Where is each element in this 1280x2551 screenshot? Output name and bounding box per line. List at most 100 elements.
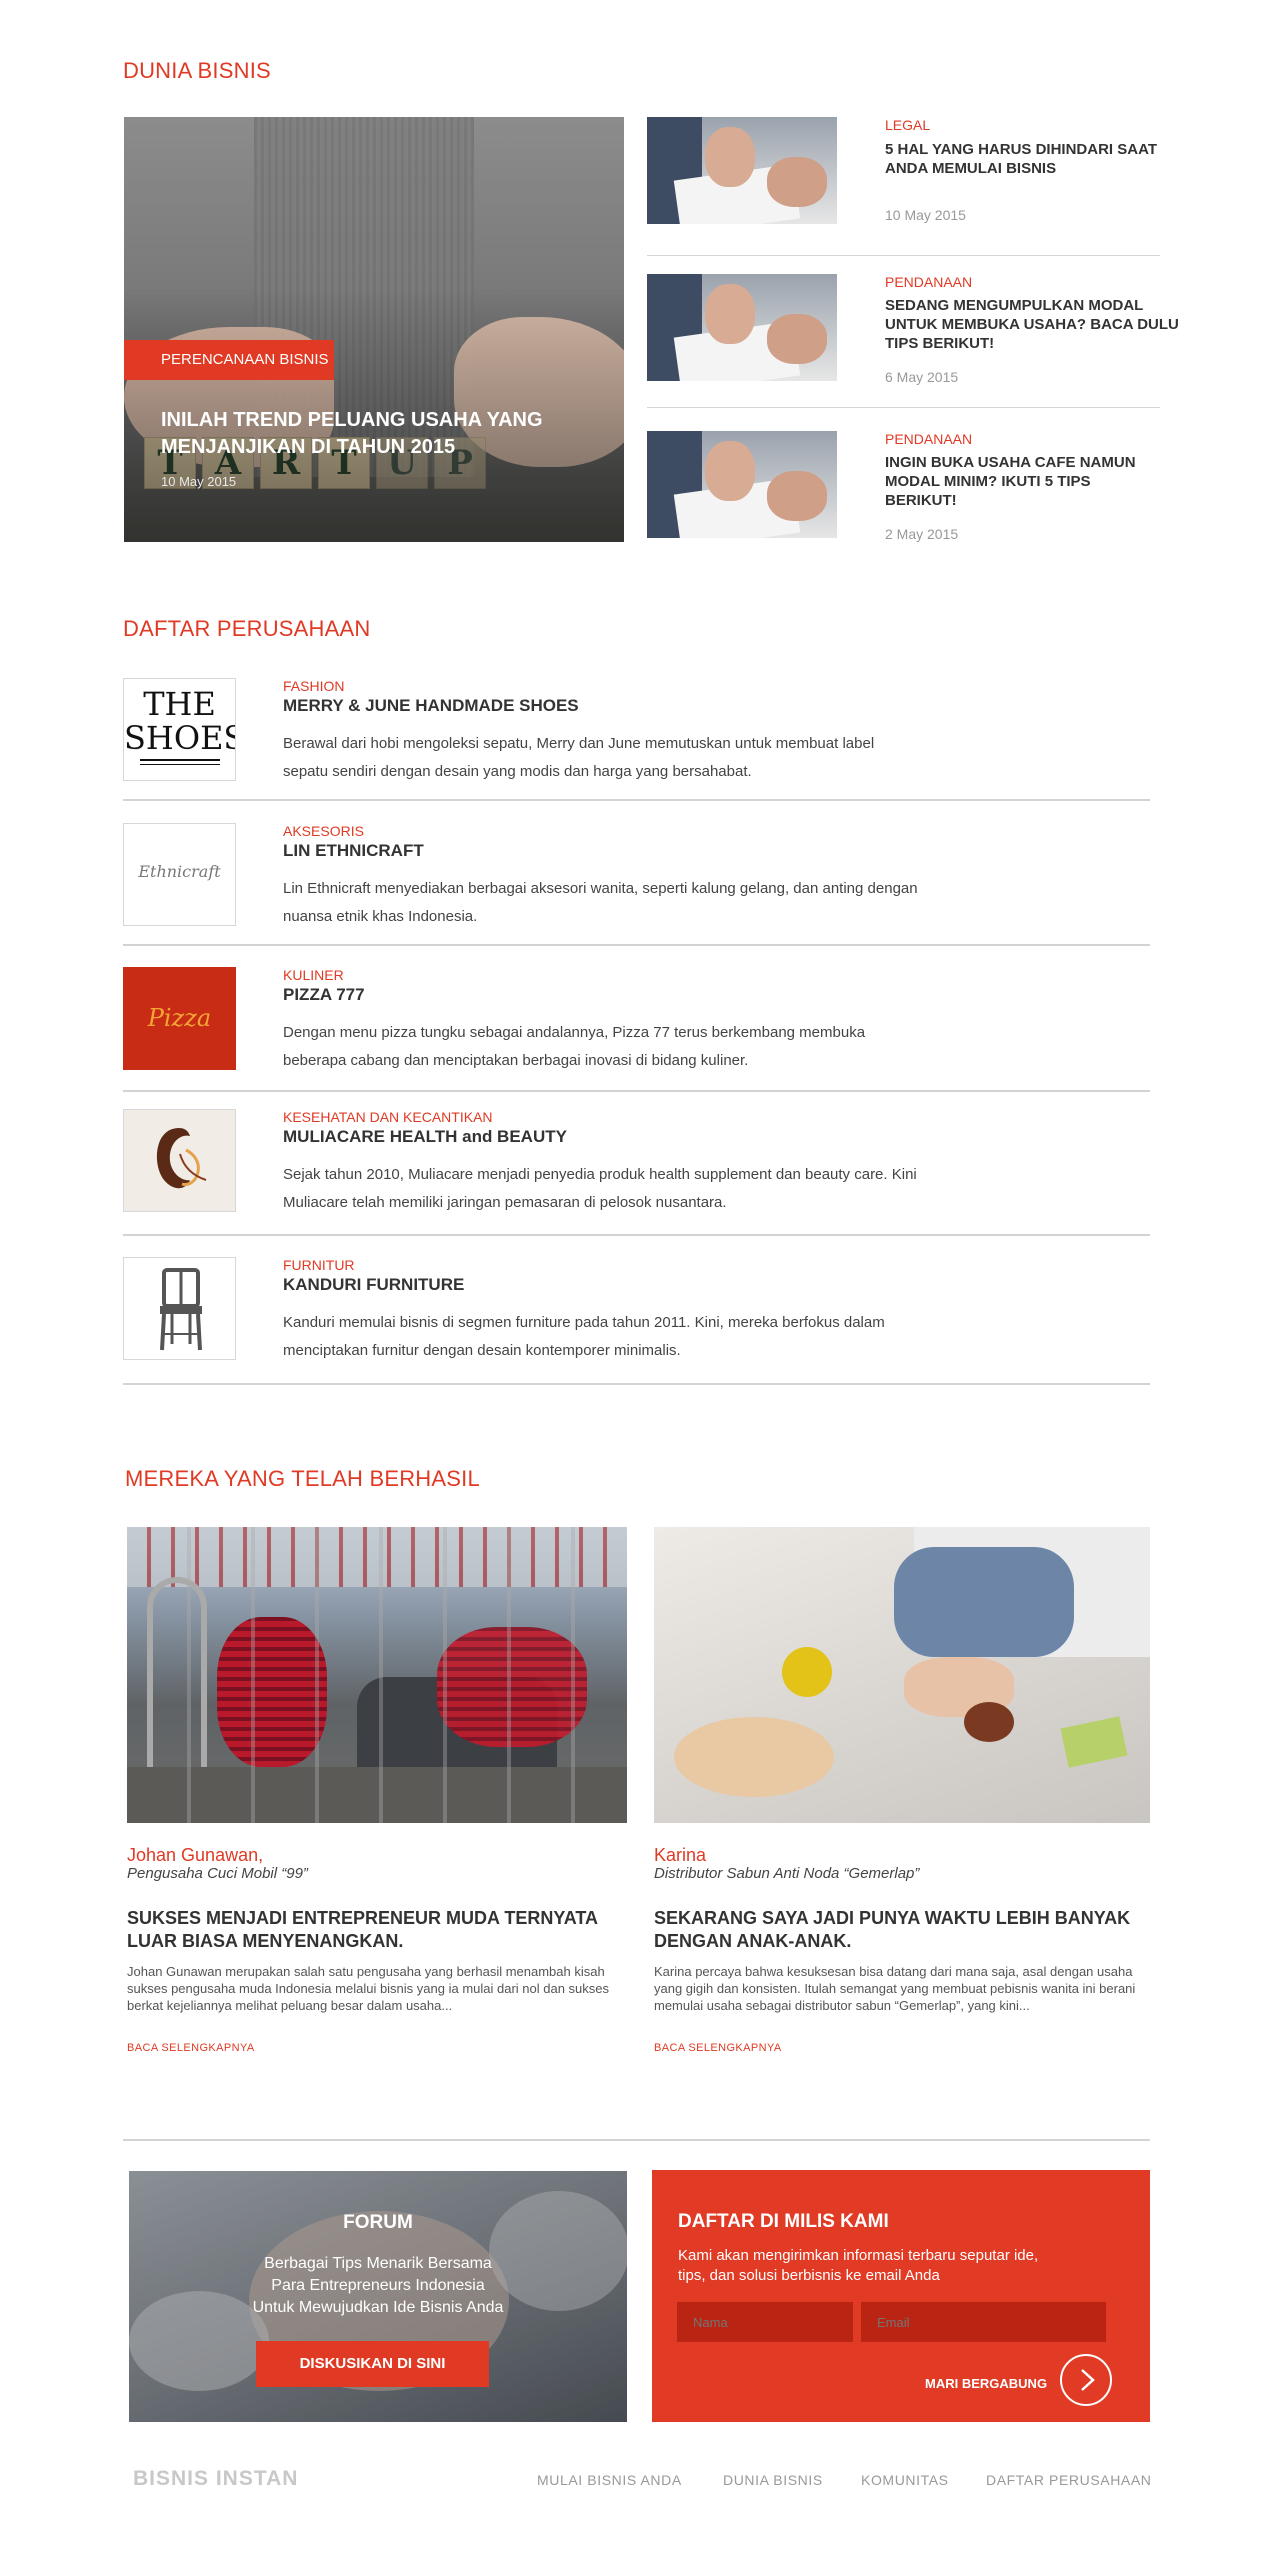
story-person-role: Distributor Sabun Anti Noda “Gemerlap” [654,1865,920,1882]
story-headline[interactable]: SEKARANG SAYA JADI PUNYA WAKTU LEBIH BAN… [654,1907,1134,1953]
company-name[interactable]: KANDURI FURNITURE [283,1275,464,1295]
description-line: Berawal dari hobi mengoleksi sepatu, Mer… [283,735,875,752]
logo-text: THE [143,685,216,723]
article-date: 2 May 2015 [885,526,959,542]
story-person-name: Johan Gunawan, [127,1845,264,1865]
forum-description-line: Para Entrepreneurs Indonesia [271,2277,485,2294]
divider [123,799,1150,801]
company-item[interactable]: Pizza KULINER PIZZA 777 Dengan menu pizz… [123,967,1150,1112]
forum-card[interactable]: FORUM Berbagai Tips Menarik Bersama Para… [129,2171,627,2422]
description-line: Kanduri memulai bisnis di segmen furnitu… [283,1314,885,1331]
email-input[interactable] [861,2302,1106,2342]
section-title-daftar-perusahaan: DAFTAR PERUSAHAAN [123,616,371,641]
forum-description-line: Untuk Mewujudkan Ide Bisnis Anda [252,2299,504,2316]
company-logo[interactable]: Pizza [123,967,236,1070]
article-item[interactable]: PENDANAAN INGIN BUKA USAHA CAFE NAMUN MO… [647,431,1167,591]
company-name[interactable]: LIN ETHNICRAFT [283,841,424,861]
divider [647,255,1160,256]
mailing-list-title: DAFTAR DI MILIS KAMI [678,2211,889,2232]
company-name[interactable]: MERRY & JUNE HANDMADE SHOES [283,696,579,716]
article-date: 6 May 2015 [885,369,959,385]
company-item[interactable]: KESEHATAN DAN KECANTIKAN MULIACARE HEALT… [123,1109,1150,1254]
company-item[interactable]: THE SHOES FASHION MERRY & JUNE HANDMADE … [123,678,1150,823]
section-title-mereka: MEREKA YANG TELAH BERHASIL [125,1466,480,1491]
article-title[interactable]: 5 HAL YANG HARUS DIHINDARI SAAT ANDA MEM… [885,140,1185,178]
name-input[interactable] [677,2302,853,2342]
article-category[interactable]: PENDANAAN [885,431,972,447]
divider [123,944,1150,946]
chevron-right-icon [1081,2369,1095,2391]
story-person-role: Pengusaha Cuci Mobil “99” [127,1865,308,1882]
footer-logo[interactable]: BISNIS INSTAN [133,2467,298,2491]
company-name[interactable]: PIZZA 777 [283,985,365,1005]
article-category[interactable]: LEGAL [885,117,930,133]
divider [123,1090,1150,1092]
logo-text: Pizza [147,1004,212,1032]
description-line: nuansa etnik khas Indonesia. [283,908,478,925]
company-logo[interactable] [123,1109,236,1212]
join-button[interactable] [1060,2354,1112,2406]
footer-nav-daftar-perusahaan[interactable]: DAFTAR PERUSAHAAN [986,2472,1152,2488]
company-logo[interactable] [123,1257,236,1360]
forum-description-line: Berbagai Tips Menarik Bersama [264,2255,492,2272]
article-thumbnail[interactable] [647,431,837,538]
story-headline[interactable]: SUKSES MENJADI ENTREPRENEUR MUDA TERNYAT… [127,1907,607,1953]
company-category[interactable]: KULINER [283,967,344,983]
company-category[interactable]: AKSESORIS [283,823,364,839]
story-excerpt: Karina percaya bahwa kesuksesan bisa dat… [654,1964,1136,2013]
article-title[interactable]: SEDANG MENGUMPULKAN MODAL UNTUK MEMBUKA … [885,296,1185,353]
description-line: Lin Ethnicraft menyediakan berbagai akse… [283,880,918,897]
divider [123,1383,1150,1385]
company-description: Berawal dari hobi mengoleksi sepatu, Mer… [283,730,963,786]
footer-nav-mulai-bisnis[interactable]: MULAI BISNIS ANDA [537,2472,682,2488]
article-title[interactable]: INGIN BUKA USAHA CAFE NAMUN MODAL MINIM?… [885,453,1155,510]
join-label[interactable]: MARI BERGABUNG [925,2376,1047,2391]
footer-nav-komunitas[interactable]: KOMUNITAS [861,2472,949,2488]
company-category[interactable]: KESEHATAN DAN KECANTIKAN [283,1109,493,1125]
company-logo[interactable]: THE SHOES [123,678,236,781]
forum-description: Berbagai Tips Menarik Bersama Para Entre… [129,2253,627,2319]
company-category[interactable]: FURNITUR [283,1257,355,1273]
company-logo[interactable]: Ethnicraft [123,823,236,926]
company-description: Dengan menu pizza tungku sebagai andalan… [283,1019,963,1075]
company-item[interactable]: Ethnicraft AKSESORIS LIN ETHNICRAFT Lin … [123,823,1150,968]
mailing-list-card: DAFTAR DI MILIS KAMI Kami akan mengirimk… [652,2170,1150,2422]
muliacare-logo-icon [156,1128,207,1189]
article-thumbnail[interactable] [647,117,837,224]
forum-title: FORUM [343,2212,413,2233]
description-line: menciptakan furnitur dengan desain konte… [283,1342,681,1359]
story-photo-child[interactable] [654,1527,1150,1823]
read-more-link[interactable]: BACA SELENGKAPNYA [654,2042,782,2054]
article-item[interactable]: LEGAL 5 HAL YANG HARUS DIHINDARI SAAT AN… [647,117,1167,277]
company-item[interactable]: FURNITUR KANDURI FURNITURE Kanduri memul… [123,1257,1150,1402]
section-title-dunia-bisnis: DUNIA BISNIS [123,58,271,83]
divider [123,2139,1150,2141]
article-date: 10 May 2015 [885,207,966,223]
chair-icon [160,1268,202,1351]
mailing-list-description-line: tips, dan solusi berbisnis ke email Anda [678,2267,940,2284]
featured-article-title[interactable]: INILAH TREND PELUANG USAHA YANG MENJANJI… [161,407,581,461]
story-photo-carwash[interactable] [127,1527,627,1823]
discuss-button[interactable]: DISKUSIKAN DI SINI [256,2341,489,2387]
article-item[interactable]: PENDANAAN SEDANG MENGUMPULKAN MODAL UNTU… [647,274,1179,434]
company-description: Sejak tahun 2010, Muliacare menjadi peny… [283,1161,963,1217]
logo-text: SHOES [124,719,236,757]
footer-nav-dunia-bisnis[interactable]: DUNIA BISNIS [723,2472,823,2488]
mailing-list-description-line: Kami akan mengirimkan informasi terbaru … [678,2247,1039,2264]
divider [123,1234,1150,1236]
description-line: Dengan menu pizza tungku sebagai andalan… [283,1024,866,1041]
category-badge[interactable]: PERENCANAAN BISNIS [124,340,334,380]
article-thumbnail[interactable] [647,274,837,381]
description-line: beberapa cabang dan menciptakan berbagai… [283,1052,749,1069]
mailing-list-description: Kami akan mengirimkan informasi terbaru … [678,2246,1098,2286]
description-line: sepatu sendiri dengan desain yang modis … [283,763,752,780]
company-name[interactable]: MULIACARE HEALTH and BEAUTY [283,1127,567,1147]
featured-article[interactable]: T A R T U P PERENCANAAN BISNIS INILAH TR… [124,117,624,542]
featured-article-date: 10 May 2015 [161,474,237,489]
company-category[interactable]: FASHION [283,678,344,694]
read-more-link[interactable]: BACA SELENGKAPNYA [127,2042,255,2054]
logo-text: Ethnicraft [138,862,221,881]
story-person-name: Karina [654,1845,707,1865]
story-excerpt: Johan Gunawan merupakan salah satu pengu… [127,1964,610,2013]
article-category[interactable]: PENDANAAN [885,274,972,290]
